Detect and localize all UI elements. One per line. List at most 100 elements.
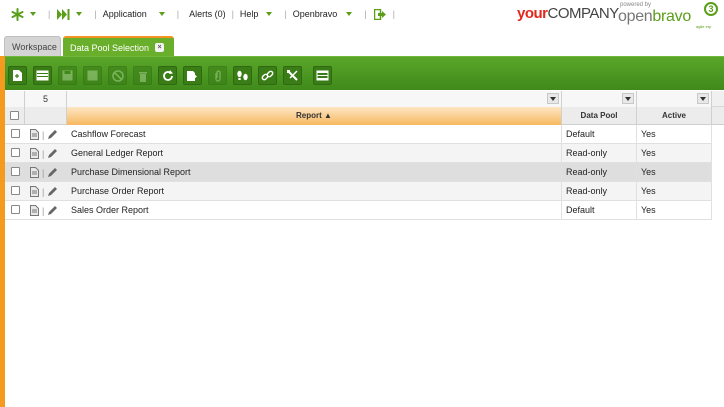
separator: | — [392, 9, 395, 19]
tab-data-pool-selection[interactable]: Data Pool Selection × — [63, 36, 174, 56]
separator: | — [42, 186, 45, 197]
document-icon[interactable] — [30, 205, 39, 216]
refresh-button[interactable] — [158, 66, 177, 85]
filter-row: 5 — [5, 91, 724, 107]
column-header-data-pool[interactable]: Data Pool — [562, 107, 637, 125]
separator: | — [231, 9, 234, 19]
save-icon — [62, 70, 73, 81]
table-row[interactable]: | Purchase Dimensional Report Read-only … — [5, 163, 712, 182]
separator: | — [42, 129, 45, 140]
table-row[interactable]: | Sales Order Report Default Yes — [5, 201, 712, 220]
row-checkbox[interactable] — [11, 129, 20, 138]
export-button[interactable] — [183, 66, 202, 85]
document-icon[interactable] — [30, 129, 39, 140]
quick-create-icon[interactable] — [56, 7, 70, 21]
cell-report: General Ledger Report — [67, 144, 562, 163]
new-row-button[interactable] — [33, 66, 52, 85]
filter-dropdown-icon[interactable] — [622, 93, 634, 104]
filter-dropdown-icon[interactable] — [697, 93, 709, 104]
select-all-checkbox[interactable] — [10, 111, 19, 120]
actions-header — [25, 107, 67, 125]
chevron-down-icon[interactable] — [76, 12, 83, 16]
save-close-button[interactable] — [83, 66, 102, 85]
edit-pencil-icon[interactable] — [47, 129, 58, 140]
close-icon[interactable]: × — [155, 43, 164, 52]
help-menu[interactable]: Help — [240, 9, 259, 19]
alerts-link[interactable]: Alerts (0) — [189, 9, 226, 19]
delete-button[interactable] — [133, 66, 152, 85]
link-button[interactable] — [258, 66, 277, 85]
document-icon[interactable] — [30, 186, 39, 197]
logout-icon[interactable] — [373, 7, 387, 21]
column-header-report[interactable]: Report ▲ — [67, 107, 562, 125]
link-icon — [261, 70, 274, 81]
row-checkbox[interactable] — [11, 148, 20, 157]
cell-data-pool: Default — [562, 125, 637, 144]
main-toolbar — [0, 56, 724, 90]
edit-pencil-icon[interactable] — [47, 167, 58, 178]
cell-data-pool: Default — [562, 201, 637, 220]
column-header-active[interactable]: Active — [637, 107, 712, 125]
cell-report: Purchase Order Report — [67, 182, 562, 201]
document-icon[interactable] — [30, 148, 39, 159]
separator: | — [48, 9, 51, 19]
data-pool-grid: 5 Report ▲ Data Pool Active | Cashflow F… — [5, 90, 724, 407]
separator: | — [364, 9, 367, 19]
filter-dropdown-icon[interactable] — [547, 93, 559, 104]
user-profile-menu[interactable]: Openbravo — [293, 9, 338, 19]
edit-pencil-icon[interactable] — [47, 186, 58, 197]
data-pool-filter[interactable] — [562, 91, 637, 107]
tab-label: Data Pool Selection — [70, 43, 150, 53]
tab-bar: Workspace Data Pool Selection × — [0, 34, 724, 56]
document-icon[interactable] — [30, 167, 39, 178]
cell-active: Yes — [637, 125, 712, 144]
row-actions: | — [30, 182, 58, 201]
tab-label: Workspace — [12, 42, 57, 52]
undo-icon — [111, 69, 124, 82]
chevron-down-icon[interactable] — [158, 12, 165, 16]
audit-trail-button[interactable] — [233, 66, 252, 85]
table-row[interactable]: | General Ledger Report Read-only Yes — [5, 144, 712, 163]
separator: | — [284, 9, 287, 19]
new-document-icon — [13, 70, 22, 81]
chevron-down-icon[interactable] — [346, 12, 353, 16]
grid-view-icon — [316, 70, 329, 81]
cell-data-pool: Read-only — [562, 182, 637, 201]
separator: | — [176, 9, 180, 19]
row-checkbox[interactable] — [11, 186, 20, 195]
grid-view-button[interactable] — [313, 66, 332, 85]
top-navigation-bar: | | Application | Alerts (0) | Help | Op… — [0, 0, 724, 32]
audit-trail-icon — [237, 70, 248, 80]
undo-button[interactable] — [108, 66, 127, 85]
cell-active: Yes — [637, 182, 712, 201]
active-filter[interactable] — [637, 91, 712, 107]
row-actions: | — [30, 144, 58, 163]
edit-pencil-icon[interactable] — [47, 148, 58, 159]
export-icon — [187, 70, 197, 81]
chevron-down-icon[interactable] — [266, 12, 273, 16]
row-checkbox[interactable] — [11, 205, 20, 214]
table-row[interactable]: | Cashflow Forecast Default Yes — [5, 125, 712, 144]
new-row-icon — [36, 70, 49, 81]
cell-report: Sales Order Report — [67, 201, 562, 220]
row-checkbox[interactable] — [11, 167, 20, 176]
separator: | — [42, 205, 45, 216]
application-menu[interactable]: Application — [103, 9, 147, 19]
tools-icon — [287, 70, 298, 81]
cell-active: Yes — [637, 201, 712, 220]
separator: | — [94, 9, 97, 19]
table-row[interactable]: | Purchase Order Report Read-only Yes — [5, 182, 712, 201]
new-document-button[interactable] — [8, 66, 27, 85]
cell-data-pool: Read-only — [562, 163, 637, 182]
report-filter[interactable] — [67, 91, 562, 107]
save-button[interactable] — [58, 66, 77, 85]
record-count: 5 — [25, 91, 67, 107]
edit-pencil-icon[interactable] — [47, 205, 58, 216]
attach-button[interactable] — [208, 66, 227, 85]
quick-launch-icon[interactable] — [10, 7, 24, 21]
tools-button[interactable] — [283, 66, 302, 85]
cell-active: Yes — [637, 144, 712, 163]
delete-icon — [138, 71, 147, 82]
chevron-down-icon[interactable] — [30, 12, 36, 16]
tab-workspace[interactable]: Workspace — [4, 36, 61, 56]
